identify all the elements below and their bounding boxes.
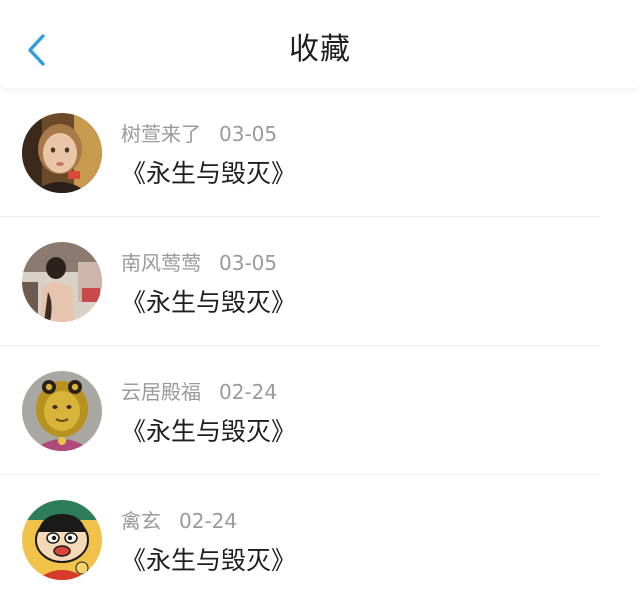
item-content[interactable]: 《永生与毁灭》	[121, 412, 296, 448]
cartoon-boy-avatar	[22, 500, 102, 580]
page-title: 收藏	[289, 32, 351, 67]
item-meta: 树萱来了 03-05	[121, 118, 277, 147]
avatar[interactable]	[22, 500, 102, 580]
item-meta: 云居殿福 02-24	[121, 376, 277, 405]
item-content[interactable]: 《永生与毁灭》	[121, 541, 296, 577]
item-date: 03-05	[219, 251, 278, 275]
user-name[interactable]: 树萱来了	[121, 122, 201, 146]
item-meta: 南风莺莺 03-05	[121, 247, 277, 276]
favorites-list: 树萱来了 03-05 《永生与毁灭》 南风莺莺 03-05 《永生与毁灭》 云居…	[0, 88, 640, 604]
avatar[interactable]	[22, 242, 102, 322]
item-date: 02-24	[219, 380, 278, 404]
item-content[interactable]: 《永生与毁灭》	[121, 154, 296, 190]
item-content[interactable]: 《永生与毁灭》	[121, 283, 296, 319]
list-item[interactable]: 云居殿福 02-24 《永生与毁灭》	[0, 346, 640, 475]
user-name[interactable]: 禽玄	[121, 509, 161, 533]
avatar[interactable]	[22, 371, 102, 451]
woman-photo-avatar	[22, 242, 102, 322]
list-item[interactable]: 南风莺莺 03-05 《永生与毁灭》	[0, 217, 640, 346]
golden-lion-avatar	[22, 371, 102, 451]
avatar[interactable]	[22, 113, 102, 193]
top-bar: 收藏	[0, 0, 640, 88]
item-date: 02-24	[179, 509, 238, 533]
user-name[interactable]: 南风莺莺	[121, 251, 201, 275]
item-meta: 禽玄 02-24	[121, 505, 237, 534]
list-item[interactable]: 禽玄 02-24 《永生与毁灭》	[0, 475, 640, 604]
user-name[interactable]: 云居殿福	[121, 380, 201, 404]
toddler-photo-avatar	[22, 113, 102, 193]
list-item[interactable]: 树萱来了 03-05 《永生与毁灭》	[0, 88, 640, 217]
item-date: 03-05	[219, 122, 278, 146]
